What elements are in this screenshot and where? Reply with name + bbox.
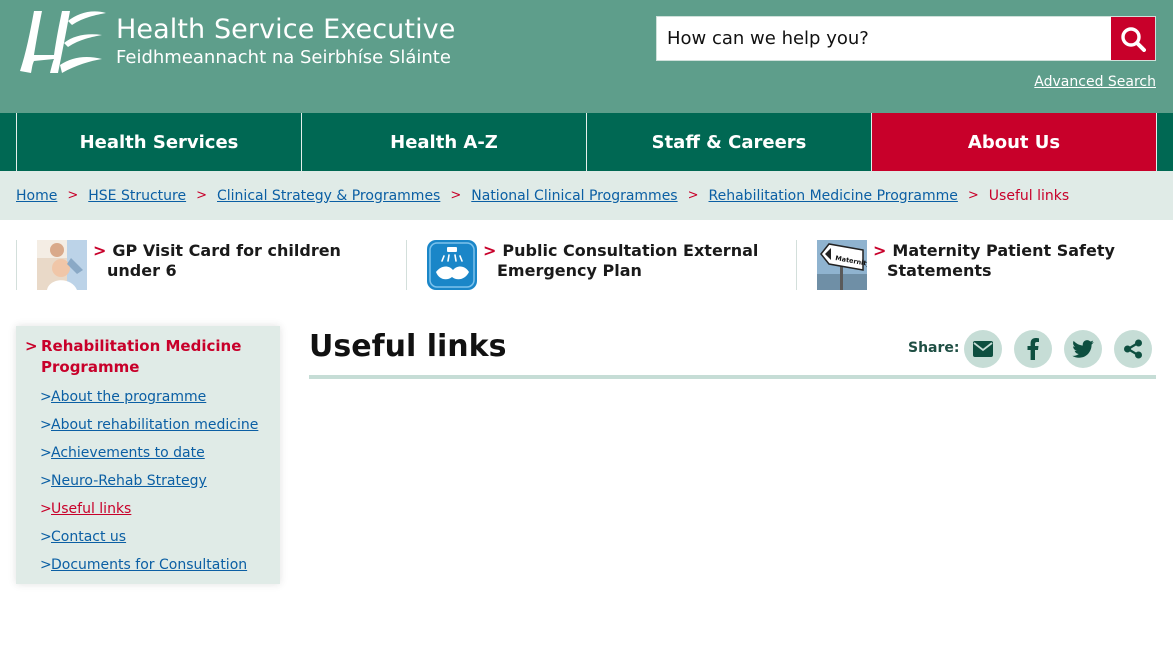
- sidenav-item-useful-links[interactable]: > Useful links: [40, 501, 132, 517]
- share-twitter-button[interactable]: [1064, 330, 1102, 368]
- breadcrumb-separator: >: [450, 188, 462, 203]
- breadcrumb-rehab-programme[interactable]: Rehabilitation Medicine Programme: [709, 188, 958, 204]
- promo-line: Public Consultation External: [502, 241, 759, 260]
- facebook-icon: [1027, 338, 1039, 360]
- sidenav-item-label: Neuro-Rehab Strategy: [51, 473, 207, 489]
- chevron-right-icon: >: [40, 389, 52, 405]
- brand-subtitle: Feidhmeannacht na Seirbhíse Sláinte: [116, 47, 451, 68]
- page-title: Useful links: [309, 329, 507, 364]
- breadcrumb-separator: >: [687, 188, 699, 203]
- sidenav-item-label: Achievements to date: [51, 445, 205, 461]
- promo-maternity-safety[interactable]: Maternity > Maternity Patient Safety Stat…: [817, 240, 1115, 290]
- twitter-icon: [1072, 340, 1094, 358]
- promo-line: Emergency Plan: [497, 261, 642, 280]
- advanced-search-link[interactable]: Advanced Search: [1034, 74, 1156, 90]
- sidenav-item-achievements[interactable]: > Achievements to date: [40, 445, 205, 461]
- chevron-right-icon: >: [40, 501, 52, 517]
- promo-divider: [16, 240, 17, 290]
- main-nav: Health Services Health A-Z Staff & Caree…: [0, 113, 1173, 171]
- breadcrumb-separator: >: [196, 188, 207, 203]
- sidenav-item-label: About rehabilitation medicine: [51, 417, 259, 433]
- chevron-right-icon: >: [93, 241, 107, 260]
- share-facebook-button[interactable]: [1014, 330, 1052, 368]
- breadcrumb-current: Useful links: [988, 187, 1070, 204]
- nav-health-services[interactable]: Health Services: [16, 113, 301, 171]
- sidenav-item-contact[interactable]: > Contact us: [40, 529, 127, 545]
- sidenav-item-documents[interactable]: > Documents for Consultation: [40, 557, 248, 573]
- share-more-button[interactable]: [1114, 330, 1152, 368]
- breadcrumb-home[interactable]: Home: [16, 188, 57, 204]
- sidenav-item-neuro-rehab[interactable]: > Neuro-Rehab Strategy: [40, 473, 207, 489]
- chevron-right-icon: >: [40, 473, 52, 489]
- search-input[interactable]: [657, 17, 1112, 60]
- email-icon: [973, 341, 993, 357]
- sidenav-item-label: Contact us: [51, 529, 127, 545]
- promo-gp-visit-card[interactable]: > GP Visit Card for children under 6: [37, 240, 341, 290]
- sidenav-title[interactable]: > Rehabilitation Medicine Programme: [25, 336, 261, 378]
- promo-line: Maternity Patient Safety: [892, 241, 1115, 260]
- breadcrumb-hse-structure[interactable]: HSE Structure: [88, 188, 186, 204]
- nav-about-us[interactable]: About Us: [871, 113, 1156, 171]
- nav-end-cap: [1156, 113, 1173, 171]
- title-divider: [309, 375, 1156, 379]
- chevron-right-icon: >: [483, 241, 497, 260]
- brand-title: Health Service Executive: [116, 14, 456, 45]
- breadcrumb: Home > HSE Structure > Clinical Strategy…: [0, 171, 1173, 220]
- breadcrumb-separator: >: [967, 188, 979, 203]
- promo-text: > GP Visit Card for children under 6: [93, 241, 341, 290]
- promo-line: GP Visit Card for children: [112, 241, 341, 260]
- breadcrumb-national-clinical-programmes[interactable]: National Clinical Programmes: [471, 188, 677, 204]
- nav-staff-careers[interactable]: Staff & Careers: [586, 113, 871, 171]
- handwash-icon: [427, 240, 477, 290]
- promo-text: > Maternity Patient Safety Statements: [873, 241, 1115, 290]
- site-header: Health Service Executive Feidhmeannacht …: [0, 0, 1173, 113]
- search-button[interactable]: [1111, 17, 1155, 60]
- sidenav-item-label: About the programme: [51, 389, 207, 405]
- child-doctor-photo: [37, 240, 87, 290]
- share-label: Share:: [908, 340, 960, 356]
- promo-text: > Public Consultation External Emergency …: [483, 241, 759, 290]
- chevron-right-icon: >: [40, 557, 52, 573]
- maternity-sign-photo: Maternity: [817, 240, 867, 290]
- promo-line: under 6: [107, 261, 177, 280]
- chevron-right-icon: >: [40, 417, 52, 433]
- chevron-right-icon: >: [40, 529, 52, 545]
- promo-divider: [406, 240, 407, 290]
- sidenav-title-label: Rehabilitation Medicine Programme: [41, 337, 242, 376]
- chevron-right-icon: >: [40, 445, 52, 461]
- share-icon: [1124, 339, 1142, 359]
- breadcrumb-separator: >: [67, 188, 79, 203]
- search-box: [656, 16, 1156, 61]
- share-email-button[interactable]: [964, 330, 1002, 368]
- breadcrumb-clinical-strategy[interactable]: Clinical Strategy & Programmes: [217, 188, 440, 204]
- promo-divider: [796, 240, 797, 290]
- sidenav-item-about-programme[interactable]: > About the programme: [40, 389, 207, 405]
- promo-line: Statements: [887, 261, 992, 280]
- hse-logo-icon[interactable]: [16, 3, 108, 77]
- sidenav-item-about-rehab[interactable]: > About rehabilitation medicine: [40, 417, 259, 433]
- chevron-right-icon: >: [873, 241, 887, 260]
- section-sidenav: > Rehabilitation Medicine Programme > Abo…: [16, 326, 280, 584]
- sidenav-item-label: Useful links: [51, 501, 132, 517]
- promo-public-consultation[interactable]: > Public Consultation External Emergency …: [427, 240, 758, 290]
- sidenav-item-label: Documents for Consultation: [51, 557, 248, 573]
- chevron-right-icon: >: [25, 337, 38, 355]
- search-icon: [1121, 26, 1146, 52]
- nav-health-a-z[interactable]: Health A-Z: [301, 113, 586, 171]
